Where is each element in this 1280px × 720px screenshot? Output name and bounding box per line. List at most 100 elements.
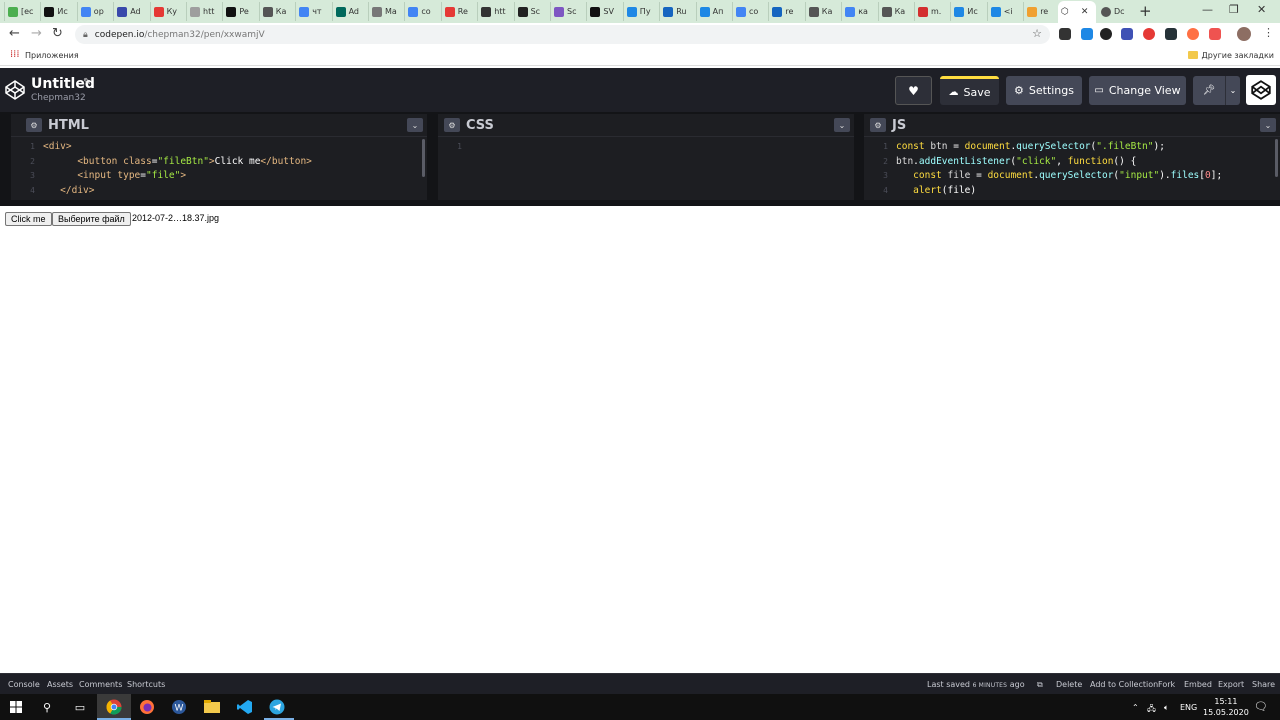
open-new-window-icon[interactable]: ⧉ bbox=[1037, 680, 1043, 690]
browser-tab[interactable]: со bbox=[732, 2, 767, 21]
gear-icon[interactable]: ⚙ bbox=[444, 118, 460, 132]
assets-button[interactable]: Assets bbox=[47, 680, 73, 689]
pin-dropdown-button[interactable]: ⌄ bbox=[1225, 76, 1240, 105]
browser-tab[interactable]: [ес bbox=[4, 2, 39, 21]
scrollbar[interactable] bbox=[422, 139, 425, 177]
close-window-icon[interactable]: ✕ bbox=[1257, 3, 1266, 16]
browser-tab[interactable]: Re bbox=[440, 2, 476, 21]
minimize-icon[interactable]: — bbox=[1202, 3, 1213, 16]
avatar[interactable] bbox=[1237, 27, 1251, 41]
extension-icon[interactable] bbox=[1187, 28, 1199, 40]
task-view-icon[interactable]: ▭ bbox=[71, 698, 89, 716]
browser-tab[interactable]: Ку bbox=[149, 2, 185, 21]
shortcuts-button[interactable]: Shortcuts bbox=[127, 680, 165, 689]
export-button[interactable]: Export bbox=[1218, 680, 1244, 689]
other-bookmarks[interactable]: Другие закладки bbox=[1187, 51, 1274, 60]
browser-tab[interactable]: re bbox=[1023, 2, 1058, 21]
system-clock[interactable]: 15:11 15.05.2020 bbox=[1203, 696, 1249, 718]
codepen-logo-icon[interactable] bbox=[5, 80, 25, 100]
change-view-button[interactable]: ▭ Change View bbox=[1089, 76, 1186, 105]
browser-tab[interactable]: Ап bbox=[695, 2, 731, 21]
like-button[interactable]: ♥ bbox=[895, 76, 932, 105]
menu-kebab-icon[interactable]: ⋮ bbox=[1263, 26, 1274, 39]
extension-icon[interactable] bbox=[1100, 28, 1112, 40]
browser-tab[interactable]: Ad bbox=[331, 2, 367, 21]
new-tab-button[interactable]: + bbox=[1139, 2, 1152, 20]
forward-icon[interactable]: → bbox=[31, 26, 42, 41]
pen-author[interactable]: Chepman32 bbox=[31, 93, 86, 103]
comments-button[interactable]: Comments bbox=[79, 680, 122, 689]
browser-tab[interactable]: Ка bbox=[877, 2, 913, 21]
pocket-icon[interactable] bbox=[1209, 28, 1221, 40]
browser-tab[interactable]: ка bbox=[841, 2, 876, 21]
network-icon[interactable]: 🖧︎ bbox=[1147, 703, 1156, 717]
chevron-down-icon[interactable]: ⌄ bbox=[407, 118, 423, 132]
browser-tab[interactable]: <i bbox=[986, 2, 1022, 21]
tab-codepen-active[interactable]: ⬡ ✕ bbox=[1058, 1, 1096, 23]
save-button[interactable]: ☁ Save bbox=[940, 76, 999, 105]
input-language[interactable]: ENG bbox=[1180, 703, 1197, 712]
vscode-icon[interactable] bbox=[236, 698, 254, 716]
reload-icon[interactable]: ↻ bbox=[52, 26, 63, 41]
fork-button[interactable]: Fork bbox=[1158, 680, 1175, 689]
console-button[interactable]: Console bbox=[8, 680, 40, 689]
embed-button[interactable]: Embed bbox=[1184, 680, 1212, 689]
browser-tab[interactable]: Sc bbox=[513, 2, 549, 21]
address-bar[interactable]: 🔒︎ codepen.io/chepman32/pen/xxwamjV ☆ bbox=[75, 25, 1050, 44]
back-icon[interactable]: ← bbox=[9, 26, 20, 41]
maximize-icon[interactable]: ❐ bbox=[1229, 3, 1239, 16]
firefox-icon[interactable] bbox=[138, 698, 156, 716]
notifications-icon[interactable]: 🗨︎ bbox=[1254, 700, 1268, 713]
js-code-area[interactable]: 1 const btn = document.querySelector(".fi… bbox=[864, 136, 1280, 196]
word-icon[interactable]: W bbox=[170, 698, 188, 716]
settings-button[interactable]: ⚙ Settings bbox=[1006, 76, 1082, 105]
browser-tab[interactable]: htt bbox=[186, 2, 221, 21]
browser-tab[interactable]: ор bbox=[76, 2, 112, 21]
choose-file-button[interactable]: Выберите файл bbox=[52, 212, 131, 226]
telegram-icon[interactable] bbox=[268, 698, 286, 716]
browser-tab[interactable]: Pe bbox=[222, 2, 257, 21]
file-explorer-icon[interactable] bbox=[203, 698, 221, 716]
adblock-icon[interactable] bbox=[1143, 28, 1155, 40]
windows-start-icon[interactable] bbox=[7, 698, 25, 716]
extension-icon[interactable] bbox=[1081, 28, 1093, 40]
click-me-button[interactable]: Click me bbox=[5, 212, 52, 226]
close-tab-icon[interactable]: ✕ bbox=[1081, 7, 1089, 17]
browser-tab[interactable]: Sc bbox=[550, 2, 585, 21]
browser-tab[interactable]: Ка bbox=[258, 2, 294, 21]
extension-icon[interactable] bbox=[1121, 28, 1133, 40]
browser-tab[interactable]: Ru bbox=[659, 2, 694, 21]
chrome-icon[interactable] bbox=[105, 698, 123, 716]
edit-pencil-icon[interactable]: ✎ bbox=[83, 77, 91, 88]
browser-tab[interactable]: Ис bbox=[40, 2, 75, 21]
share-button[interactable]: Share bbox=[1252, 680, 1275, 689]
volume-icon[interactable]: 🔈︎ bbox=[1164, 703, 1169, 713]
browser-tab[interactable]: Ис bbox=[950, 2, 985, 21]
pin-button[interactable]: 📌︎ bbox=[1193, 76, 1225, 105]
search-icon[interactable]: ⚲ bbox=[38, 698, 56, 716]
browser-tab[interactable]: Ка bbox=[804, 2, 840, 21]
scrollbar[interactable] bbox=[1275, 139, 1278, 177]
chevron-down-icon[interactable]: ⌄ bbox=[1260, 118, 1276, 132]
extension-icon[interactable] bbox=[1059, 28, 1071, 40]
browser-tab[interactable]: SV bbox=[586, 2, 621, 21]
bookmark-star-icon[interactable]: ☆ bbox=[1032, 27, 1042, 40]
browser-tab[interactable]: Ма bbox=[368, 2, 403, 21]
css-code-area[interactable]: 1 bbox=[438, 136, 854, 196]
extension-icon[interactable] bbox=[1165, 28, 1177, 40]
chevron-down-icon[interactable]: ⌄ bbox=[834, 118, 850, 132]
add-to-collection-button[interactable]: Add to Collection bbox=[1090, 680, 1158, 689]
browser-tab[interactable]: re bbox=[768, 2, 803, 21]
user-avatar[interactable] bbox=[1246, 75, 1276, 105]
gear-icon[interactable]: ⚙ bbox=[870, 118, 886, 132]
tray-chevron-icon[interactable]: ⌃ bbox=[1132, 703, 1139, 712]
bookmark-apps[interactable]: Приложения bbox=[25, 51, 79, 60]
browser-tab[interactable]: со bbox=[404, 2, 439, 21]
tab-extra[interactable]: Dc bbox=[1098, 2, 1134, 21]
browser-tab[interactable]: Пу bbox=[622, 2, 658, 21]
apps-grid-icon[interactable]: ⁞⁞⁞ bbox=[10, 50, 20, 60]
browser-tab[interactable]: Ad bbox=[113, 2, 148, 21]
html-code-area[interactable]: 1 <div> 2 <button class="fileBtn">Click me… bbox=[11, 136, 427, 196]
browser-tab[interactable]: htt bbox=[477, 2, 512, 21]
browser-tab[interactable]: m. bbox=[914, 2, 949, 21]
